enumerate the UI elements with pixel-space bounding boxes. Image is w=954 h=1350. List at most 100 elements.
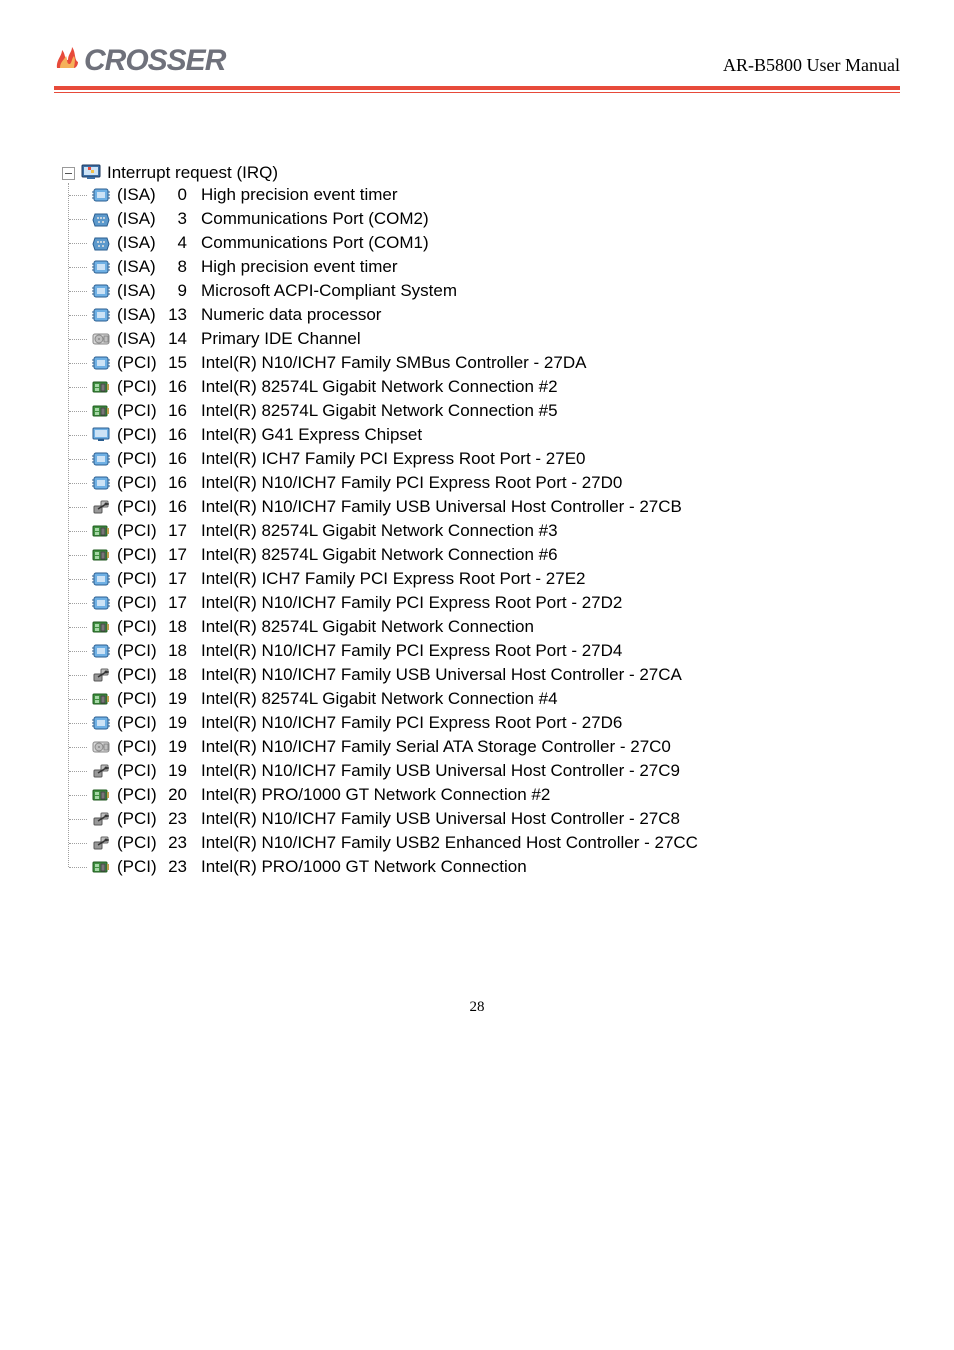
bus-label: (PCI) <box>117 449 161 469</box>
tree-item[interactable]: (PCI)18Intel(R) N10/ICH7 Family USB Univ… <box>69 663 900 687</box>
tree-item[interactable]: (PCI)16Intel(R) ICH7 Family PCI Express … <box>69 447 900 471</box>
device-description: Communications Port (COM1) <box>201 233 429 253</box>
tree-item[interactable]: (PCI)18Intel(R) 82574L Gigabit Network C… <box>69 615 900 639</box>
nic-icon <box>91 402 111 420</box>
tree-item[interactable]: (PCI)18Intel(R) N10/ICH7 Family PCI Expr… <box>69 639 900 663</box>
bus-label: (PCI) <box>117 497 161 517</box>
bus-label: (PCI) <box>117 689 161 709</box>
tree-item[interactable]: (PCI)19 Intel(R) 82574L Gigabit Network C… <box>69 687 900 711</box>
irq-number: 17 <box>161 593 187 613</box>
bus-label: (PCI) <box>117 857 161 877</box>
device-description: Intel(R) N10/ICH7 Family SMBus Controlle… <box>201 353 586 373</box>
irq-number: 16 <box>161 377 187 397</box>
usb-icon <box>91 666 111 684</box>
tree-item[interactable]: (PCI)17Intel(R) 82574L Gigabit Network C… <box>69 543 900 567</box>
device-description: Intel(R) 82574L Gigabit Network Connecti… <box>201 401 558 421</box>
irq-number: 18 <box>161 665 187 685</box>
tree-item[interactable]: (PCI)16Intel(R) G41 Express Chipset <box>69 423 900 447</box>
tree-item[interactable]: (PCI)17Intel(R) N10/ICH7 Family PCI Expr… <box>69 591 900 615</box>
device-description: Intel(R) N10/ICH7 Family PCI Express Roo… <box>201 641 622 661</box>
device-description: Intel(R) 82574L Gigabit Network Connecti… <box>201 689 558 709</box>
tree-item[interactable]: (PCI)20Intel(R) PRO/1000 GT Network Conn… <box>69 783 900 807</box>
tree-item[interactable]: (PCI)19Intel(R) N10/ICH7 Family USB Univ… <box>69 759 900 783</box>
irq-number: 16 <box>161 449 187 469</box>
tree-item[interactable]: (PCI)16Intel(R) N10/ICH7 Family PCI Expr… <box>69 471 900 495</box>
chip-icon <box>91 450 111 468</box>
tree-item[interactable]: (PCI)19Intel(R) N10/ICH7 Family PCI Expr… <box>69 711 900 735</box>
irq-number: 23 <box>161 857 187 877</box>
bus-label: (PCI) <box>117 425 161 445</box>
tree-item[interactable]: (PCI)16Intel(R) 82574L Gigabit Network C… <box>69 399 900 423</box>
chip-icon <box>91 258 111 276</box>
tree-collapse-icon[interactable] <box>62 167 75 180</box>
irq-number: 19 <box>161 737 187 757</box>
irq-number: 13 <box>161 305 187 325</box>
chip-icon <box>91 354 111 372</box>
tree-item[interactable]: (PCI)15Intel(R) N10/ICH7 Family SMBus Co… <box>69 351 900 375</box>
bus-label: (ISA) <box>117 305 161 325</box>
nic-icon <box>91 378 111 396</box>
device-description: Intel(R) N10/ICH7 Family PCI Express Roo… <box>201 593 622 613</box>
usb-icon <box>91 810 111 828</box>
nic-icon <box>91 522 111 540</box>
disk-icon <box>91 738 111 756</box>
tree-item[interactable]: (ISA)9Microsoft ACPI-Compliant System <box>69 279 900 303</box>
header-rule-thin <box>54 92 900 93</box>
device-description: Microsoft ACPI-Compliant System <box>201 281 457 301</box>
device-description: Intel(R) N10/ICH7 Family USB Universal H… <box>201 761 680 781</box>
device-description: Intel(R) 82574L Gigabit Network Connecti… <box>201 617 534 637</box>
bus-label: (PCI) <box>117 737 161 757</box>
logo-text: CROSSER <box>84 44 225 78</box>
page-number: 28 <box>54 999 900 1016</box>
tree-item[interactable]: (PCI)16Intel(R) 82574L Gigabit Network C… <box>69 375 900 399</box>
bus-label: (PCI) <box>117 569 161 589</box>
tree-item[interactable]: (ISA)0High precision event timer <box>69 183 900 207</box>
tree-item[interactable]: (PCI)23Intel(R) N10/ICH7 Family USB Univ… <box>69 807 900 831</box>
irq-number: 23 <box>161 809 187 829</box>
chip-icon <box>91 570 111 588</box>
tree-item[interactable]: (PCI)23Intel(R) PRO/1000 GT Network Conn… <box>69 855 900 879</box>
irq-number: 23 <box>161 833 187 853</box>
bus-label: (PCI) <box>117 833 161 853</box>
device-description: Intel(R) 82574L Gigabit Network Connecti… <box>201 377 558 397</box>
tree-root[interactable]: Interrupt request (IRQ) <box>62 163 900 183</box>
device-description: Intel(R) ICH7 Family PCI Express Root Po… <box>201 569 586 589</box>
tree-item[interactable]: (ISA)8High precision event timer <box>69 255 900 279</box>
tree-item[interactable]: (PCI)23Intel(R) N10/ICH7 Family USB2 Enh… <box>69 831 900 855</box>
usb-icon <box>91 498 111 516</box>
irq-tree: Interrupt request (IRQ) (ISA)0High preci… <box>62 163 900 879</box>
irq-number: 9 <box>161 281 187 301</box>
nic-icon <box>91 786 111 804</box>
tree-children: (ISA)0High precision event timer (ISA)3C… <box>68 183 900 879</box>
page-header: CROSSER AR-B5800 User Manual <box>54 40 900 84</box>
tree-item[interactable]: (PCI)17Intel(R) 82574L Gigabit Network C… <box>69 519 900 543</box>
device-description: High precision event timer <box>201 185 398 205</box>
tree-item[interactable]: (PCI)19Intel(R) N10/ICH7 Family Serial A… <box>69 735 900 759</box>
tree-item[interactable]: (PCI)16Intel(R) N10/ICH7 Family USB Univ… <box>69 495 900 519</box>
irq-number: 17 <box>161 521 187 541</box>
irq-number: 19 <box>161 689 187 709</box>
bus-label: (PCI) <box>117 353 161 373</box>
chip-icon <box>91 594 111 612</box>
irq-number: 18 <box>161 617 187 637</box>
chip-icon <box>91 306 111 324</box>
irq-number: 16 <box>161 497 187 517</box>
bus-label: (PCI) <box>117 785 161 805</box>
chip-icon <box>91 186 111 204</box>
device-description: Primary IDE Channel <box>201 329 361 349</box>
tree-item[interactable]: (ISA)4Communications Port (COM1) <box>69 231 900 255</box>
bus-label: (PCI) <box>117 473 161 493</box>
bus-label: (PCI) <box>117 713 161 733</box>
chip-icon <box>91 282 111 300</box>
tree-item[interactable]: (ISA)3Communications Port (COM2) <box>69 207 900 231</box>
device-description: Intel(R) N10/ICH7 Family USB Universal H… <box>201 809 680 829</box>
nic-icon <box>91 690 111 708</box>
tree-item[interactable]: (ISA)14Primary IDE Channel <box>69 327 900 351</box>
bus-label: (ISA) <box>117 185 161 205</box>
tree-item[interactable]: (PCI)17Intel(R) ICH7 Family PCI Express … <box>69 567 900 591</box>
device-description: Communications Port (COM2) <box>201 209 429 229</box>
device-description: Intel(R) N10/ICH7 Family PCI Express Roo… <box>201 473 622 493</box>
tree-item[interactable]: (ISA)13Numeric data processor <box>69 303 900 327</box>
irq-number: 16 <box>161 425 187 445</box>
bus-label: (PCI) <box>117 761 161 781</box>
